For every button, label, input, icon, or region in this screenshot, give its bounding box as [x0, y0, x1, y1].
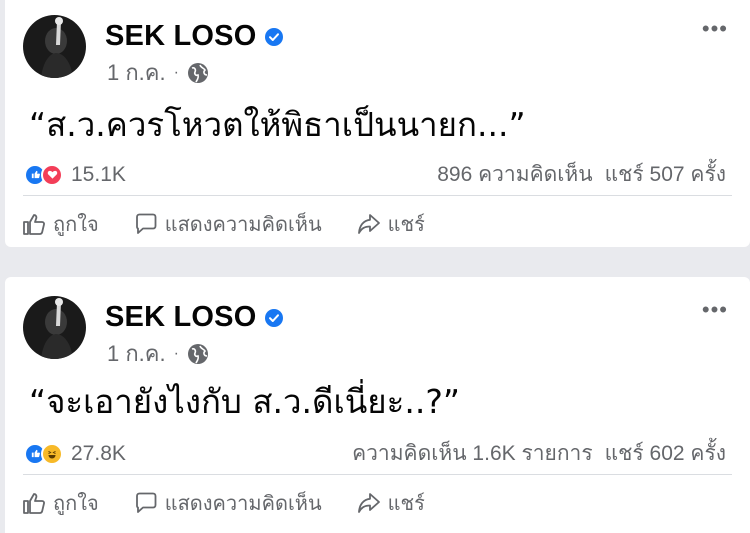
comment-bubble-icon [135, 213, 157, 234]
divider [23, 195, 732, 196]
globe-icon [187, 343, 208, 364]
share-button[interactable]: แชร์ [356, 487, 425, 519]
verified-badge-icon [265, 308, 284, 327]
haha-reaction-icon [41, 442, 63, 465]
meta-separator: · [173, 63, 179, 81]
divider [23, 474, 732, 475]
post-card: SEK LOSO 1 ก.ค. · ••• “จะเอายังไงกับ ส.ว… [5, 277, 750, 533]
post-date[interactable]: 1 ก.ค. [107, 336, 166, 371]
post-text: “ส.ว.ควรโหวตให้พิธาเป็นนายก...” [29, 105, 526, 144]
share-label: แชร์ [387, 214, 425, 236]
post-text: “จะเอายังไงกับ ส.ว.ดีเนี่ยะ..?” [29, 382, 460, 421]
comment-count[interactable]: ความคิดเห็น 1.6K รายการ [352, 437, 593, 470]
like-label: ถูกใจ [53, 214, 99, 236]
verified-badge-icon [265, 27, 284, 46]
comment-count[interactable]: 896 ความคิดเห็น [437, 158, 592, 191]
like-button[interactable]: ถูกใจ [21, 208, 99, 240]
comment-bubble-icon [135, 492, 157, 513]
author-name[interactable]: SEK LOSO [105, 20, 256, 53]
globe-icon [187, 62, 208, 83]
love-reaction-icon [41, 163, 63, 186]
post-date[interactable]: 1 ก.ค. [107, 55, 166, 90]
more-options-icon[interactable]: ••• [702, 299, 728, 321]
share-arrow-icon [357, 493, 380, 513]
share-label: แชร์ [387, 493, 425, 515]
reaction-count: 15.1K [71, 162, 126, 186]
share-button[interactable]: แชร์ [356, 208, 425, 240]
avatar[interactable] [23, 296, 86, 359]
reaction-count: 27.8K [71, 441, 126, 465]
post-card: SEK LOSO 1 ก.ค. · ••• “ส.ว.ควรโหวตให้พิธ… [5, 0, 750, 247]
like-label: ถูกใจ [53, 493, 99, 515]
meta-separator: · [173, 344, 179, 362]
comment-label: แสดงความคิดเห็น [164, 214, 322, 236]
reactions-summary[interactable]: 15.1K [24, 163, 126, 187]
like-button[interactable]: ถูกใจ [21, 487, 99, 519]
comment-button[interactable]: แสดงความคิดเห็น [133, 487, 322, 519]
more-options-icon[interactable]: ••• [702, 18, 728, 40]
share-count[interactable]: แชร์ 602 ครั้ง [605, 437, 726, 470]
avatar[interactable] [23, 15, 86, 78]
reactions-summary[interactable]: 27.8K [24, 442, 126, 466]
comment-button[interactable]: แสดงความคิดเห็น [133, 208, 322, 240]
comment-label: แสดงความคิดเห็น [164, 493, 322, 515]
thumbs-up-icon [23, 214, 45, 235]
share-arrow-icon [357, 214, 380, 234]
share-count[interactable]: แชร์ 507 ครั้ง [605, 158, 726, 191]
thumbs-up-icon [23, 493, 45, 514]
author-name[interactable]: SEK LOSO [105, 301, 256, 334]
